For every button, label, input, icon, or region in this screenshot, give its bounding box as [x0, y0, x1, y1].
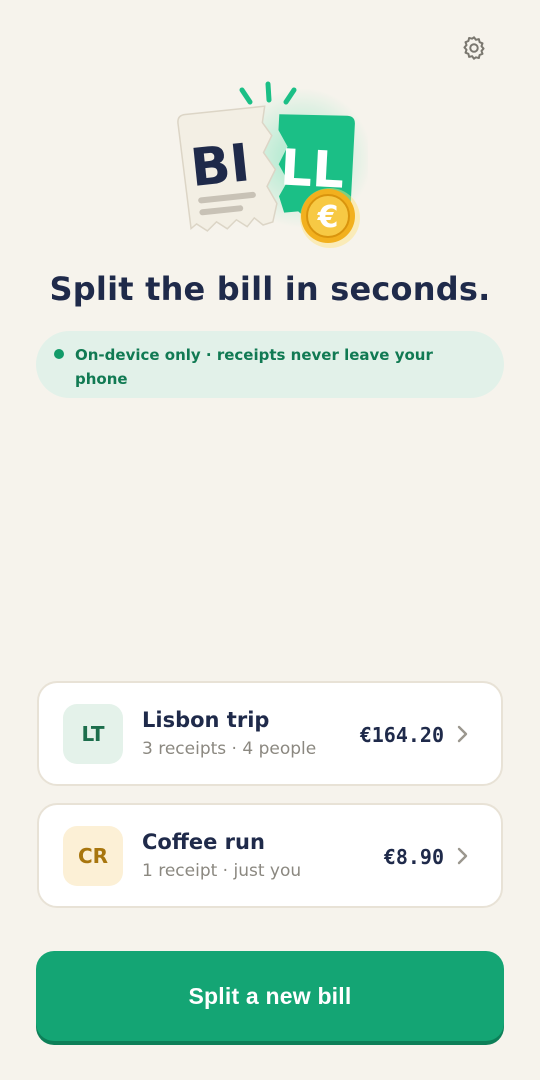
- bill-title: Lisbon trip: [142, 708, 270, 732]
- app-logo: BI LL €: [177, 81, 368, 248]
- euro-symbol: €: [317, 200, 339, 235]
- status-dot: [54, 349, 64, 359]
- home-screen: BI LL € Split the bill in seconds. On-de…: [0, 0, 540, 1080]
- chevron-right-icon: [457, 847, 468, 865]
- bill-avatar: LT: [63, 704, 123, 764]
- euro-coin: €: [300, 188, 360, 248]
- split-new-bill-button[interactable]: Split a new bill: [36, 951, 504, 1041]
- privacy-text: On-device only · receipts never leave yo…: [75, 346, 433, 388]
- settings-button[interactable]: [456, 30, 492, 66]
- bill-title: Coffee run: [142, 830, 265, 854]
- chevron-right-icon: [457, 725, 468, 743]
- bill-card-lisbon-trip[interactable]: LT Lisbon trip 3 receipts · 4 people €16…: [37, 681, 503, 786]
- bill-amount: €8.90: [383, 845, 444, 869]
- logo-word-left: BI: [188, 133, 253, 199]
- privacy-notice: On-device only · receipts never leave yo…: [36, 331, 504, 398]
- bill-amount: €164.20: [359, 723, 444, 747]
- bill-avatar: CR: [63, 826, 123, 886]
- bill-card-coffee-run[interactable]: CR Coffee run 1 receipt · just you €8.90: [37, 803, 503, 908]
- bill-subtitle: 3 receipts · 4 people: [142, 739, 317, 759]
- bill-subtitle: 1 receipt · just you: [142, 861, 302, 881]
- gear-icon: [463, 36, 485, 60]
- page-title: Split the bill in seconds.: [49, 270, 491, 308]
